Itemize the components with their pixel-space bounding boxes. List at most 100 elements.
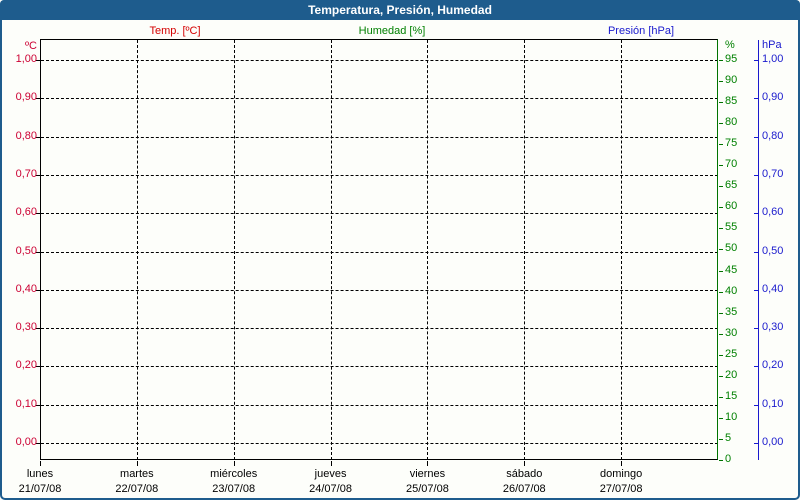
pressure-tick-label: 0,90	[762, 91, 784, 104]
humidity-axis-tick	[719, 270, 723, 272]
x-axis-tick	[427, 461, 429, 466]
date-label: 25/07/08	[406, 483, 449, 495]
humidity-tick-label: 85	[725, 95, 738, 108]
humidity-tick-label: 5	[725, 431, 732, 444]
day-label: lunes	[26, 468, 54, 480]
humidity-axis-tick	[719, 228, 723, 230]
x-axis-tick	[233, 461, 235, 466]
pressure-axis-tick	[754, 404, 758, 406]
day-label: viernes	[409, 468, 446, 480]
humidity-tick-label: 25	[725, 347, 738, 360]
pressure-tick-label: 0,20	[762, 359, 784, 372]
humidity-tick-label: 45	[725, 263, 738, 276]
date-label: 21/07/08	[18, 483, 62, 495]
humidity-axis-tick	[719, 375, 723, 377]
humidity-tick-label: 60	[725, 200, 738, 213]
pressure-tick-label: 0,00	[762, 436, 784, 448]
legend-item-3: Presión [hPa]	[607, 25, 675, 37]
pressure-tick-label: 0,50	[762, 244, 784, 257]
humidity-axis-unit: %	[725, 39, 735, 51]
humidity-axis-tick	[719, 102, 723, 104]
humidity-tick-label: 80	[725, 116, 738, 129]
date-label: 27/07/08	[599, 483, 643, 495]
pressure-axis-tick	[754, 213, 758, 215]
x-axis-tick	[330, 461, 332, 466]
date-label: 23/07/08	[212, 483, 256, 495]
plot-area	[40, 39, 718, 460]
day-label: martes	[120, 468, 154, 480]
temp-tick-label: 0,50	[15, 244, 37, 257]
pressure-tick-label: 0,40	[762, 282, 784, 295]
x-axis-tick	[40, 461, 41, 466]
humidity-tick-label: 90	[725, 74, 738, 87]
pressure-axis-tick	[754, 366, 758, 368]
chart-title: Temperatura, Presión, Humedad	[308, 3, 492, 17]
humidity-tick-label: 20	[725, 368, 738, 381]
humidity-axis-tick	[719, 312, 723, 314]
pressure-axis-tick	[754, 98, 758, 100]
humidity-axis-tick	[719, 438, 723, 440]
pressure-axis-unit: hPa	[762, 39, 782, 51]
pressure-axis-tick	[754, 289, 758, 291]
humidity-tick-label: 40	[725, 284, 738, 297]
humidity-axis-tick	[719, 165, 723, 167]
pressure-axis-tick	[754, 443, 758, 444]
title-bar: Temperatura, Presión, Humedad	[0, 0, 800, 20]
pressure-tick-label: 1,00	[762, 53, 784, 65]
temp-tick-label: 0,20	[15, 359, 37, 372]
temp-tick-label: 0,70	[15, 167, 37, 180]
date-label: 24/07/08	[309, 483, 352, 495]
humidity-tick-label: 55	[725, 221, 738, 234]
date-label: 22/07/08	[115, 483, 159, 495]
temp-tick-label: 0,30	[15, 321, 37, 334]
pressure-tick-label: 0,30	[762, 321, 784, 334]
humidity-axis-tick	[719, 186, 723, 188]
humidity-tick-label: 95	[725, 53, 738, 65]
humidity-axis-tick	[719, 123, 723, 125]
humidity-axis-tick	[719, 249, 723, 251]
humidity-tick-label: 30	[725, 326, 738, 339]
humidity-axis-tick	[719, 333, 723, 335]
humidity-tick-label: 65	[725, 179, 738, 192]
temp-tick-label: 0,60	[15, 206, 37, 219]
x-axis-tick	[136, 461, 138, 466]
temp-tick-label: 0,80	[15, 129, 37, 142]
humidity-tick-label: 75	[725, 137, 738, 150]
pressure-tick-label: 0,70	[762, 167, 784, 180]
humidity-tick-label: 10	[725, 410, 738, 423]
pressure-axis-line	[758, 40, 759, 460]
day-label: miércoles	[210, 468, 258, 480]
humidity-axis-tick	[719, 144, 723, 146]
humidity-axis-tick	[719, 60, 723, 61]
pressure-axis-tick	[754, 328, 758, 330]
humidity-tick-label: 50	[725, 242, 738, 255]
pressure-axis-tick	[754, 174, 758, 176]
humidity-tick-label: 35	[725, 305, 738, 318]
temp-tick-label: 0,10	[15, 397, 37, 410]
humidity-axis-tick	[719, 354, 723, 356]
temp-axis-unit: ºC	[25, 40, 37, 52]
x-axis-tick	[524, 461, 526, 466]
pressure-axis-tick	[754, 251, 758, 253]
date-label: 26/07/08	[502, 483, 546, 495]
pressure-axis-tick	[754, 60, 758, 61]
pressure-tick-label: 0,80	[762, 129, 784, 142]
pressure-axis-tick	[754, 136, 758, 138]
humidity-axis-tick	[719, 291, 723, 293]
x-axis-tick	[621, 461, 623, 466]
temp-tick-label: 0,00	[15, 436, 37, 448]
temp-tick-label: 0,90	[15, 91, 37, 104]
humidity-axis-tick	[719, 396, 723, 398]
chart-panel: Temperatura, Presión, Humedad ºC % hPa 1…	[0, 0, 800, 500]
day-label: sábado	[506, 468, 543, 480]
humidity-axis-tick	[719, 207, 723, 209]
legend-item-1: Temp. [ºC]	[149, 25, 201, 37]
humidity-tick-label: 0	[725, 453, 732, 465]
pressure-tick-label: 0,10	[762, 397, 784, 410]
legend-item-2: Humedad [%]	[358, 25, 426, 37]
pressure-tick-label: 0,60	[762, 206, 784, 219]
day-label: domingo	[600, 468, 643, 480]
day-label: jueves	[314, 468, 347, 480]
humidity-axis-tick	[719, 460, 723, 461]
humidity-axis-tick	[719, 81, 723, 83]
